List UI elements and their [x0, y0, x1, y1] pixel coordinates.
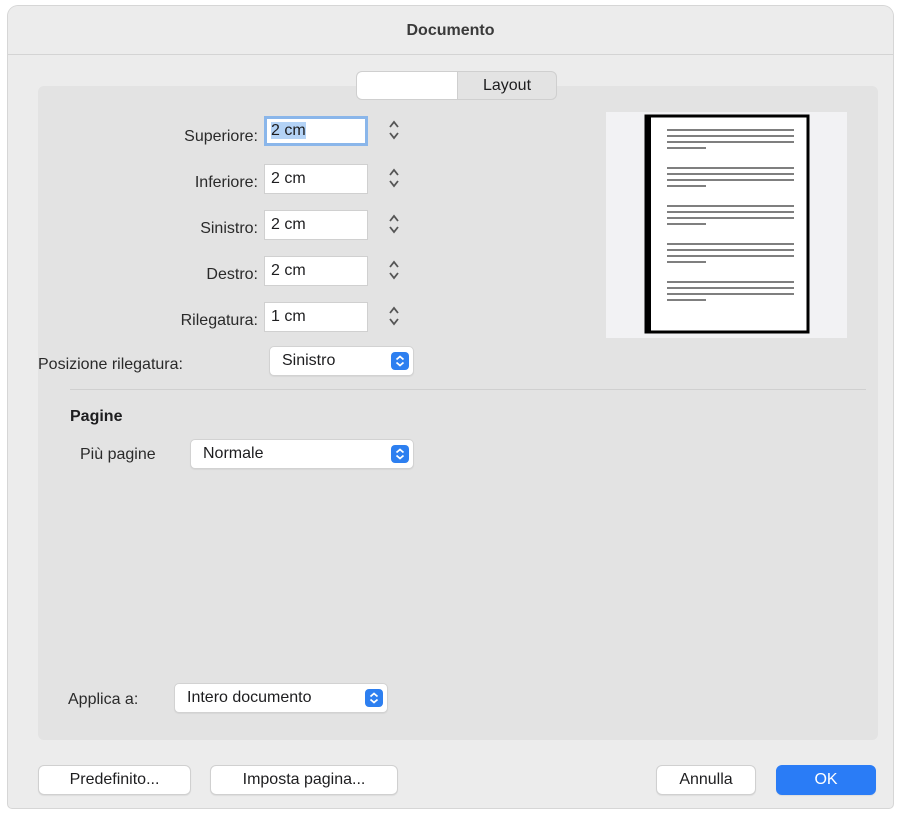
bottom-margin-field[interactable]: 2 cm [264, 164, 368, 194]
top-margin-value: 2 cm [271, 122, 306, 139]
bottom-margin-label: Inferiore: [194, 174, 258, 191]
multiple-pages-popup[interactable]: Normale [190, 439, 414, 469]
multiple-pages-label: Più pagine [80, 446, 156, 463]
tab-layout[interactable]: Layout [458, 71, 557, 100]
cancel-button[interactable]: Annulla [656, 765, 756, 795]
dialog-title: Documento [8, 6, 893, 55]
section-divider [70, 389, 866, 390]
multiple-pages-value: Normale [203, 445, 264, 462]
left-margin-field[interactable]: 2 cm [264, 210, 368, 240]
tab-blank[interactable] [356, 71, 458, 100]
default-button[interactable]: Predefinito... [38, 765, 191, 795]
ok-button[interactable]: OK [776, 765, 876, 795]
bottom-margin-stepper-icon[interactable] [387, 165, 401, 191]
pages-heading: Pagine [70, 408, 123, 425]
popup-chevrons-icon [391, 445, 409, 463]
layout-panel: Superiore: 2 cm Inferiore: 2 cm Sinistro… [38, 86, 878, 740]
right-margin-stepper-icon[interactable] [387, 257, 401, 283]
popup-chevrons-icon [391, 352, 409, 370]
right-margin-label: Destro: [206, 266, 258, 283]
popup-chevrons-icon [365, 689, 383, 707]
left-margin-stepper-icon[interactable] [387, 211, 401, 237]
page-preview [606, 112, 847, 338]
gutter-position-label: Posizione rilegatura: [38, 356, 183, 373]
left-margin-label: Sinistro: [200, 220, 258, 237]
top-margin-label: Superiore: [184, 128, 258, 145]
document-dialog: Documento Layout Superiore: 2 cm Inferio… [8, 6, 893, 808]
gutter-position-value: Sinistro [282, 352, 336, 369]
gutter-field[interactable]: 1 cm [264, 302, 368, 332]
top-margin-field[interactable]: 2 cm [264, 116, 368, 146]
page-setup-button[interactable]: Imposta pagina... [210, 765, 398, 795]
gutter-position-popup[interactable]: Sinistro [269, 346, 414, 376]
apply-to-popup[interactable]: Intero documento [174, 683, 388, 713]
tab-bar: Layout [356, 71, 557, 100]
gutter-label: Rilegatura: [180, 312, 258, 329]
right-margin-field[interactable]: 2 cm [264, 256, 368, 286]
top-margin-stepper-icon[interactable] [387, 117, 401, 143]
page-preview-icon [644, 114, 810, 334]
apply-to-label: Applica a: [68, 691, 139, 708]
apply-to-value: Intero documento [187, 689, 312, 706]
gutter-stepper-icon[interactable] [387, 303, 401, 329]
